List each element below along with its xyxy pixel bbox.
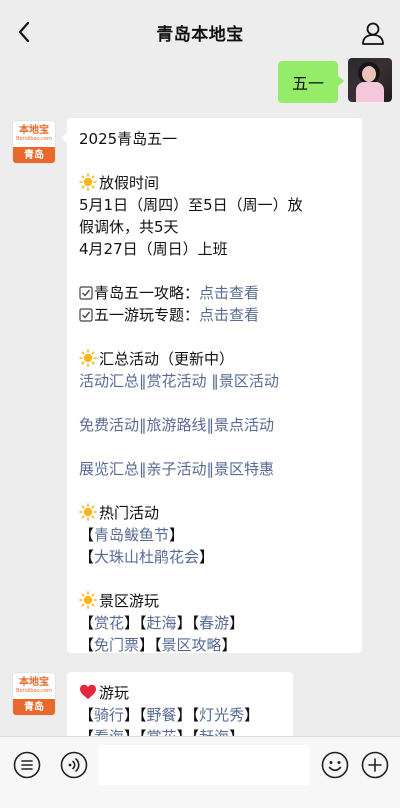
- activity-link[interactable]: 亲子活动: [147, 460, 207, 478]
- brand-city: 青岛: [13, 147, 55, 163]
- play-link[interactable]: 灯光秀: [199, 706, 244, 724]
- emoji-icon[interactable]: [320, 750, 350, 780]
- link-row: 【骑行】【野餐】【灯光秀】: [79, 706, 260, 724]
- scenic-link[interactable]: 赏花: [94, 614, 124, 632]
- heart-icon: [80, 684, 96, 699]
- outgoing-text: 五一: [291, 74, 324, 93]
- link-row: 活动汇总‖赏花活动 ‖景区活动: [79, 372, 279, 390]
- outgoing-bubble[interactable]: 五一: [277, 61, 345, 103]
- page-title: 青岛本地宝: [156, 25, 244, 45]
- topic-link[interactable]: 点击查看: [199, 306, 259, 324]
- play-link[interactable]: 野餐: [147, 706, 177, 724]
- activity-link[interactable]: 活动汇总: [79, 372, 139, 390]
- message-input[interactable]: [98, 745, 310, 785]
- topic-label: 五一游玩专题：: [94, 306, 200, 324]
- activity-link[interactable]: 旅游路线: [147, 416, 207, 434]
- sun-icon: [79, 503, 97, 521]
- brand-city: 青岛: [13, 699, 55, 715]
- activity-link[interactable]: 免费活动: [79, 416, 139, 434]
- brand-logo-text: 本地宝: [19, 677, 49, 688]
- brand-avatar[interactable]: 本地宝 Bendibao.com 青岛: [12, 672, 56, 716]
- activity-link[interactable]: 赏花活动: [147, 372, 207, 390]
- outgoing-message: 五一: [277, 58, 392, 103]
- scenic-link[interactable]: 免门票: [94, 636, 139, 654]
- activity-link[interactable]: 展览汇总: [79, 460, 139, 478]
- scenic-link[interactable]: 春游: [199, 614, 229, 632]
- scenic-link[interactable]: 景区攻略: [162, 636, 222, 654]
- link-row: 展览汇总‖亲子活动‖景区特惠: [79, 460, 275, 478]
- checkbox-icon: [79, 308, 93, 322]
- brand-avatar[interactable]: 本地宝 Bendibao.com 青岛: [12, 120, 56, 164]
- holiday-line: 5月1日（周四）至5日（周一）放: [79, 196, 303, 214]
- hot-heading: 热门活动: [99, 504, 160, 522]
- checkbox-icon: [79, 286, 93, 300]
- incoming-message: 2025青岛五一 放假时间 5月1日（周四）至5日（周一）放 假调休，共5天 4…: [61, 118, 362, 654]
- play-link[interactable]: 骑行: [94, 706, 124, 724]
- holiday-line: 4月27日（周日）上班: [79, 240, 228, 258]
- activity-link[interactable]: 景区活动: [219, 372, 279, 390]
- plus-icon[interactable]: [360, 750, 390, 780]
- link-row: 免费活动‖旅游路线‖景点活动: [79, 416, 275, 434]
- guide-label: 青岛五一攻略：: [94, 284, 200, 302]
- link-row: 【免门票】【景区攻略】: [79, 636, 237, 654]
- input-bar: [0, 736, 400, 808]
- brand-url: Bendibao.com: [16, 688, 52, 694]
- menu-list-icon[interactable]: [12, 750, 42, 780]
- hot-link[interactable]: 大珠山杜鹃花会: [94, 548, 199, 566]
- brand-logo-text: 本地宝: [19, 125, 49, 136]
- profile-icon[interactable]: [360, 20, 386, 46]
- message-title: 2025青岛五一: [79, 130, 178, 148]
- guide-link[interactable]: 点击查看: [199, 284, 259, 302]
- play-heading: 游玩: [99, 684, 130, 702]
- top-bar: 青岛本地宝: [0, 0, 400, 64]
- scenic-heading: 景区游玩: [99, 592, 160, 610]
- brand-url: Bendibao.com: [16, 136, 52, 142]
- summary-heading: 汇总活动（更新中）: [99, 350, 235, 368]
- sun-icon: [79, 173, 97, 191]
- sun-icon: [79, 591, 97, 609]
- activity-link[interactable]: 景区特惠: [214, 460, 274, 478]
- holiday-line: 假调休，共5天: [79, 218, 179, 236]
- hot-link[interactable]: 青岛鲅鱼节: [94, 526, 169, 544]
- link-row: 【赏花】【赶海】【春游】: [79, 614, 245, 632]
- voice-icon[interactable]: [59, 750, 89, 780]
- scenic-link[interactable]: 赶海: [147, 614, 177, 632]
- activity-link[interactable]: 景点活动: [214, 416, 274, 434]
- holiday-heading: 放假时间: [99, 174, 160, 192]
- user-avatar[interactable]: [348, 58, 392, 102]
- sun-icon: [79, 349, 97, 367]
